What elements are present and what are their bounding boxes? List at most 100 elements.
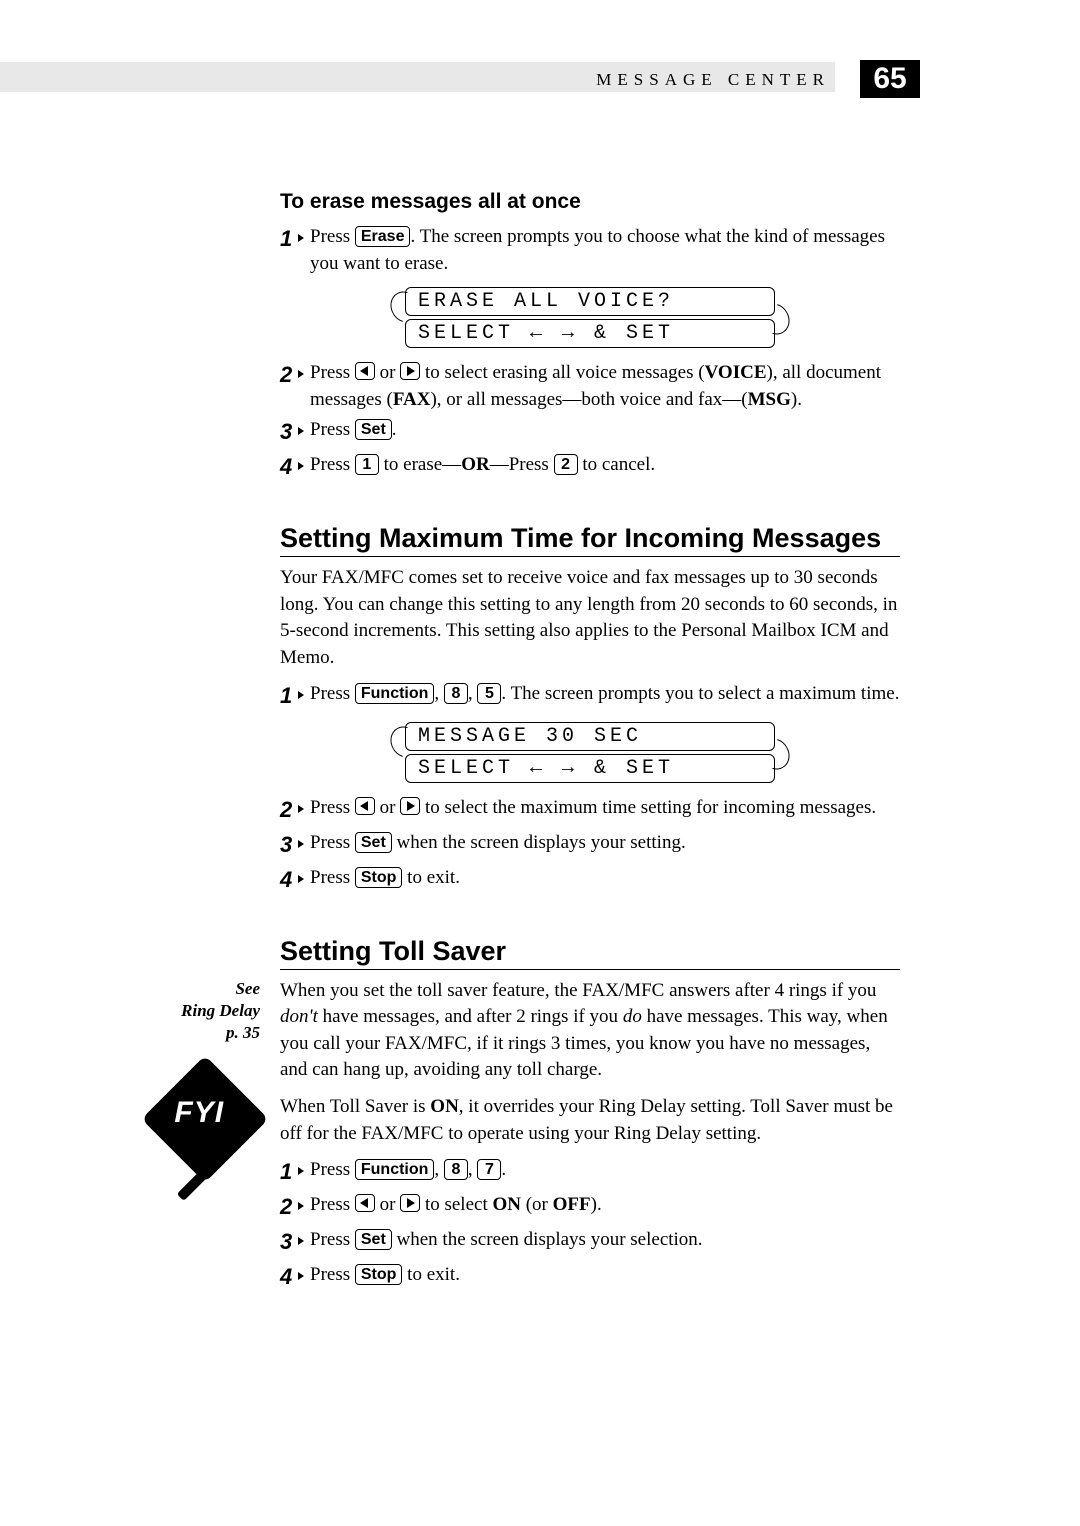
text: have messages, and after 2 rings if you (318, 1006, 623, 1027)
text: to exit. (402, 1264, 460, 1285)
text: . The screen prompts you to select a max… (501, 683, 899, 704)
key-stop: Stop (355, 867, 403, 888)
text: , (468, 683, 478, 704)
text: ). (791, 389, 802, 410)
maxtime-step-4: 4 Press Stop to exit. (280, 865, 900, 896)
bold: ON (430, 1096, 459, 1117)
bold: OFF (553, 1194, 591, 1215)
maxtime-para: Your FAX/MFC comes set to receive voice … (280, 565, 900, 671)
key-set: Set (355, 832, 392, 853)
text: When Toll Saver is (280, 1096, 430, 1117)
lcd-line-1: MESSAGE 30 SEC (405, 722, 775, 751)
maxtime-step-3: 3 Press Set when the screen displays you… (280, 830, 900, 861)
step-number: 4 (280, 865, 310, 896)
text: Press (310, 1229, 355, 1250)
right-arrow-icon (400, 797, 420, 815)
text: or (375, 1194, 400, 1215)
text: —Press (490, 454, 554, 475)
text: Press (310, 683, 355, 704)
text: (or (521, 1194, 553, 1215)
key-stop: Stop (355, 1264, 403, 1285)
lcd-line-2: SELECT ← → & SET (405, 319, 775, 348)
step-number: 3 (280, 417, 310, 448)
text: when the screen displays your selection. (392, 1229, 703, 1250)
lcd-display: ERASE ALL VOICE? SELECT ← → & SET (405, 287, 775, 348)
erase-heading: To erase messages all at once (280, 190, 900, 214)
divider (280, 556, 900, 557)
text: ). (591, 1194, 602, 1215)
bold: MSG (748, 389, 791, 410)
right-arrow-icon (400, 1194, 420, 1212)
erase-step-2: 2 Press or to select erasing all voice m… (280, 360, 900, 413)
key-function: Function (355, 1159, 435, 1180)
maxtime-heading: Setting Maximum Time for Incoming Messag… (280, 523, 900, 554)
erase-step-1: 1 Press Erase. The screen prompts you to… (280, 224, 900, 277)
maxtime-step-2: 2 Press or to select the maximum time se… (280, 795, 900, 826)
bold: FAX (393, 389, 431, 410)
key-8: 8 (444, 683, 468, 704)
step-number: 3 (280, 1227, 310, 1258)
fyi-icon: FYI (141, 1055, 268, 1182)
key-7: 7 (477, 1159, 501, 1180)
text: Press (310, 1159, 355, 1180)
text: Press (310, 362, 355, 383)
toll-step-1: 1 Press Function, 8, 7. (280, 1157, 900, 1188)
text: ), or all messages—both voice and fax—( (430, 389, 747, 410)
text: . (392, 419, 397, 440)
right-arrow-icon (400, 362, 420, 380)
step-number: 1 (280, 224, 310, 255)
step-number: 1 (280, 681, 310, 712)
text: or (375, 797, 400, 818)
step-number: 4 (280, 452, 310, 483)
toll-heading: Setting Toll Saver (280, 936, 900, 967)
key-function: Function (355, 683, 435, 704)
text: Press (310, 1264, 355, 1285)
key-5: 5 (477, 683, 501, 704)
text: , (434, 1159, 444, 1180)
toll-step-3: 3 Press Set when the screen displays you… (280, 1227, 900, 1258)
lcd-display: MESSAGE 30 SEC SELECT ← → & SET (405, 722, 775, 783)
text: when the screen displays your setting. (392, 832, 686, 853)
bold: OR (461, 454, 490, 475)
text: Press (310, 832, 355, 853)
toll-para-2: When Toll Saver is ON, it overrides your… (280, 1094, 900, 1147)
text: Press (310, 1194, 355, 1215)
text: Press (310, 419, 355, 440)
italic: don't (280, 1006, 318, 1027)
text: Press (310, 867, 355, 888)
page-number: 65 (860, 60, 920, 98)
key-erase: Erase (355, 226, 411, 247)
text: to cancel. (578, 454, 656, 475)
text: to erase— (379, 454, 461, 475)
bold: VOICE (705, 362, 767, 383)
toll-step-4: 4 Press Stop to exit. (280, 1262, 900, 1293)
text: , (468, 1159, 478, 1180)
text: . (501, 1159, 506, 1180)
text: or (375, 362, 400, 383)
step-number: 4 (280, 1262, 310, 1293)
step-number: 2 (280, 1192, 310, 1223)
erase-step-3: 3 Press Set. (280, 417, 900, 448)
text: to select (420, 1194, 492, 1215)
fyi-text: FYI (174, 1096, 224, 1130)
key-8: 8 (444, 1159, 468, 1180)
maxtime-step-1: 1 Press Function, 8, 5. The screen promp… (280, 681, 900, 712)
toll-para-1: When you set the toll saver feature, the… (280, 978, 900, 1084)
step-number: 2 (280, 360, 310, 391)
bold: ON (492, 1194, 521, 1215)
key-set: Set (355, 419, 392, 440)
erase-step-4: 4 Press 1 to erase—OR—Press 2 to cancel. (280, 452, 900, 483)
left-arrow-icon (355, 797, 375, 815)
side-note: See Ring Delay p. 35 (110, 978, 260, 1044)
text: When you set the toll saver feature, the… (280, 980, 876, 1001)
key-1: 1 (355, 454, 379, 475)
italic: do (623, 1006, 642, 1027)
text: , (434, 683, 444, 704)
text: Press (310, 797, 355, 818)
text: to select the maximum time setting for i… (420, 797, 876, 818)
step-number: 3 (280, 830, 310, 861)
text: Press (310, 226, 355, 247)
section-title: MESSAGE CENTER (596, 70, 830, 90)
text: to select erasing all voice messages ( (420, 362, 704, 383)
left-arrow-icon (355, 362, 375, 380)
